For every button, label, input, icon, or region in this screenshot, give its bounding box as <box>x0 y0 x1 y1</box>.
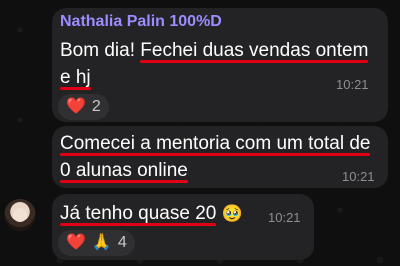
message-text: Já tenho quase 20 🥹 <box>60 200 243 227</box>
avatar[interactable] <box>4 199 36 231</box>
reaction-count: 2 <box>91 98 101 115</box>
face-holding-back-tears-icon: 🥹 <box>221 204 243 223</box>
message-text: Bom dia! Fechei duas vendas ontem <box>60 37 368 64</box>
folded-hands-icon: 🙏 <box>91 234 112 251</box>
message-text-line2: e hj <box>60 64 91 91</box>
timestamp: 10:21 <box>342 169 375 184</box>
heart-icon: ❤️ <box>66 98 86 115</box>
reaction-count: 4 <box>117 234 127 251</box>
message-bubble-1[interactable]: Nathalia Palin 100%D Bom dia! Fechei dua… <box>52 8 388 122</box>
reaction-pill[interactable]: ❤️ 🙏 4 <box>58 230 135 256</box>
sender-name[interactable]: Nathalia Palin 100%D <box>60 13 222 31</box>
timestamp: 10:21 <box>268 210 301 225</box>
message-text: Comecei a mentoria com um total de <box>60 130 370 157</box>
highlight-underline: Fechei duas vendas ontem <box>140 40 369 61</box>
heart-icon: ❤️ <box>66 234 86 251</box>
highlight-underline: Comecei a mentoria com um total de <box>60 133 371 154</box>
highlight-underline-2: e hj <box>60 67 91 88</box>
highlight-underline: Já tenho quase 20 <box>60 203 217 224</box>
timestamp: 10:21 <box>336 77 369 92</box>
message-text-line2: 0 alunas online <box>60 157 188 184</box>
highlight-underline-2: 0 alunas online <box>60 160 188 181</box>
message-bubble-3[interactable]: Já tenho quase 20 🥹 10:21 ❤️ 🙏 4 <box>52 194 314 260</box>
message-text-plain: Bom dia! <box>60 40 141 61</box>
message-bubble-2[interactable]: Comecei a mentoria com um total de 0 alu… <box>52 126 388 188</box>
reaction-pill[interactable]: ❤️ 2 <box>58 94 109 120</box>
